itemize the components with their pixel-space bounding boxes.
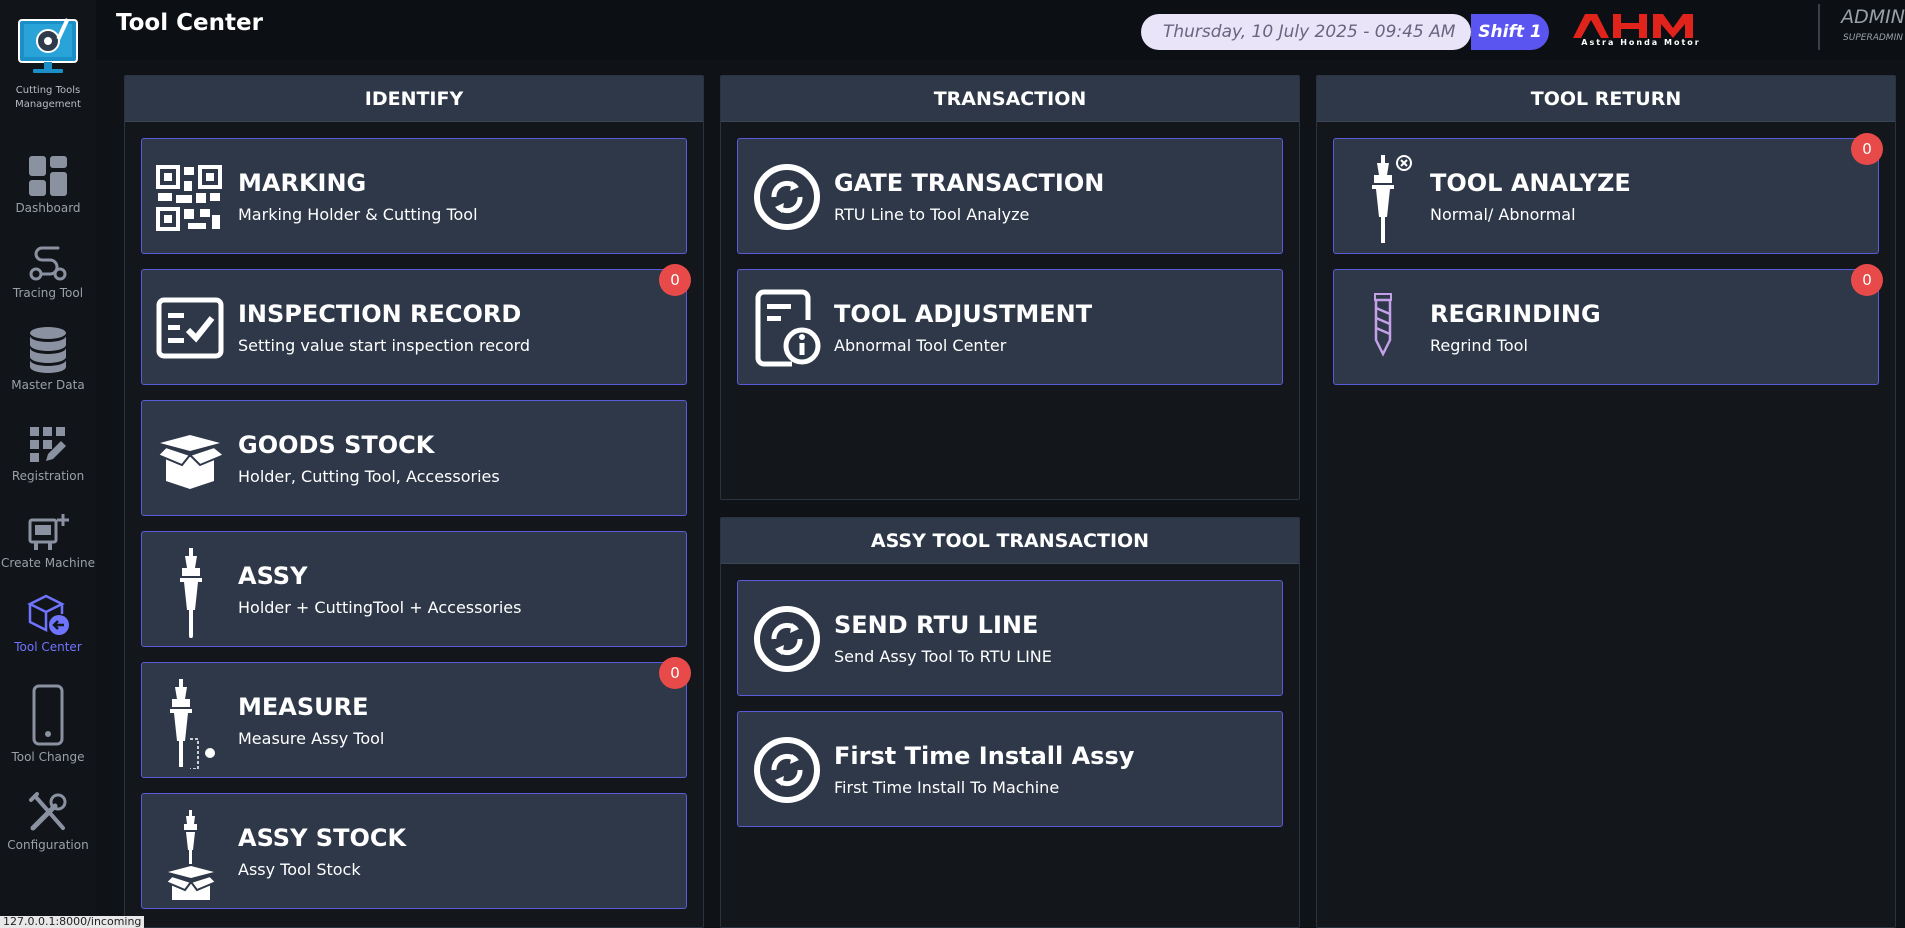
card-subtitle: Abnormal Tool Center <box>834 336 1007 355</box>
document-info-icon <box>755 289 821 367</box>
sidebar-item-label: Create Machine <box>1 556 95 570</box>
notification-badge: 0 <box>1851 264 1883 296</box>
card-subtitle: Assy Tool Stock <box>238 860 361 879</box>
sidebar-item-master-data[interactable]: Master Data <box>0 326 96 392</box>
sidebar-item-tool-change[interactable]: Tool Change <box>0 684 96 764</box>
open-box-icon <box>156 435 226 489</box>
panel-header-tool-return: TOOL RETURN <box>1317 76 1895 122</box>
sidebar-item-label: Registration <box>11 469 85 483</box>
tool-holder-icon <box>180 548 202 638</box>
card-subtitle: Send Assy Tool To RTU LINE <box>834 647 1052 666</box>
page-title: Tool Center <box>116 10 263 36</box>
card-subtitle: Holder + CuttingTool + Accessories <box>238 598 522 617</box>
ahm-brand-logo: Astra Honda Motor <box>1571 8 1807 52</box>
panel-tool-return: TOOL RETURN TOOL ANALYZE Normal/ Abnorma… <box>1316 75 1896 928</box>
card-gate-transaction[interactable]: GATE TRANSACTION RTU Line to Tool Analyz… <box>737 138 1283 254</box>
card-subtitle: Marking Holder & Cutting Tool <box>238 205 478 224</box>
dashboard-grid-icon <box>29 156 67 196</box>
drill-bit-icon <box>1374 293 1392 357</box>
tool-box-icon <box>164 810 218 900</box>
smartphone-icon <box>32 684 64 746</box>
shift-badge: Shift 1 <box>1471 14 1549 50</box>
sidebar-item-registration[interactable]: Registration <box>0 425 96 483</box>
card-title: MEASURE <box>238 693 369 721</box>
notification-badge: 0 <box>659 657 691 689</box>
sidebar: Cutting Tools Management Dashboard Traci… <box>0 0 96 928</box>
database-icon <box>30 327 66 373</box>
box-return-icon <box>27 594 69 635</box>
card-measure[interactable]: MEASURE Measure Assy Tool 0 <box>141 657 691 778</box>
sidebar-item-label: Dashboard <box>15 201 81 215</box>
ahm-brand-subtext: Astra Honda Motor <box>1581 38 1701 47</box>
panel-identify: IDENTIFY MARKING Marking Holder & Cuttin… <box>124 75 704 928</box>
card-tool-analyze[interactable]: TOOL ANALYZE Normal/ Abnormal 0 <box>1333 133 1883 254</box>
panel-header-identify: IDENTIFY <box>125 76 703 122</box>
card-subtitle: Regrind Tool <box>1430 336 1528 355</box>
tool-abnormal-icon <box>1372 155 1412 243</box>
card-title: GOODS STOCK <box>238 431 435 459</box>
card-title: GATE TRANSACTION <box>834 169 1105 197</box>
panel-transaction: TRANSACTION GATE TRANSACTION RTU Line to… <box>720 75 1300 500</box>
panel-header-assy-transaction: ASSY TOOL TRANSACTION <box>721 518 1299 564</box>
tool-measure-icon <box>170 679 215 769</box>
card-first-time-install[interactable]: First Time Install Assy First Time Insta… <box>737 711 1283 827</box>
notification-badge: 0 <box>659 264 691 296</box>
card-subtitle: First Time Install To Machine <box>834 778 1060 797</box>
card-subtitle: Measure Assy Tool <box>238 729 385 748</box>
card-subtitle: RTU Line to Tool Analyze <box>834 205 1030 224</box>
sync-circle-icon <box>754 606 820 672</box>
notification-badge: 0 <box>1851 133 1883 165</box>
card-marking[interactable]: MARKING Marking Holder & Cutting Tool <box>141 138 687 254</box>
card-title: SEND RTU LINE <box>834 611 1039 639</box>
sidebar-item-dashboard[interactable]: Dashboard <box>0 155 96 215</box>
card-send-rtu-line[interactable]: SEND RTU LINE Send Assy Tool To RTU LINE <box>737 580 1283 696</box>
card-title: ASSY <box>238 562 308 590</box>
card-subtitle: Setting value start inspection record <box>238 336 531 355</box>
card-title: REGRINDING <box>1430 300 1601 328</box>
sidebar-item-label: Tool Center <box>14 640 82 654</box>
card-tool-adjustment[interactable]: TOOL ADJUSTMENT Abnormal Tool Center <box>737 269 1283 385</box>
card-title: TOOL ADJUSTMENT <box>834 300 1093 328</box>
sync-circle-icon <box>754 737 820 803</box>
card-regrinding[interactable]: REGRINDING Regrind Tool 0 <box>1333 264 1883 385</box>
sidebar-item-label: Tracing Tool <box>12 286 84 300</box>
sidebar-item-tracing-tool[interactable]: Tracing Tool <box>0 242 96 300</box>
card-title: First Time Install Assy <box>834 742 1135 770</box>
topbar: Tool Center Thursday, 10 July 2025 - 09:… <box>96 0 1905 60</box>
sidebar-item-label: Tool Change <box>11 750 85 764</box>
sidebar-item-label: Configuration <box>7 838 89 852</box>
card-title: ASSY STOCK <box>238 824 407 852</box>
app-logo-text: Cutting Tools Management <box>15 85 81 110</box>
sync-circle-icon <box>754 164 820 230</box>
sidebar-item-label: Master Data <box>11 378 85 392</box>
panel-assy-transaction: ASSY TOOL TRANSACTION SEND RTU LINE Send… <box>720 517 1300 928</box>
sidebar-item-configuration[interactable]: Configuration <box>0 792 96 852</box>
grid-edit-icon <box>30 427 66 462</box>
route-icon <box>29 246 67 281</box>
card-title: TOOL ANALYZE <box>1430 169 1631 197</box>
machine-plus-icon <box>28 514 69 550</box>
user-role: SUPERADMIN <box>1843 33 1903 43</box>
card-inspection-record[interactable]: INSPECTION RECORD Setting value start in… <box>141 264 691 385</box>
card-title: MARKING <box>238 169 367 197</box>
card-goods-stock[interactable]: GOODS STOCK Holder, Cutting Tool, Access… <box>141 400 687 516</box>
card-title: INSPECTION RECORD <box>238 300 522 328</box>
user-name: ADMIN <box>1841 6 1905 28</box>
sidebar-item-tool-center[interactable]: Tool Center <box>0 592 96 654</box>
header-divider <box>1818 4 1820 50</box>
tools-icon <box>29 792 67 831</box>
card-assy-stock[interactable]: ASSY STOCK Assy Tool Stock <box>141 793 687 909</box>
sidebar-item-create-machine[interactable]: Create Machine <box>0 512 96 570</box>
browser-status-url: 127.0.0.1:8000/incoming <box>0 916 145 928</box>
card-assy[interactable]: ASSY Holder + CuttingTool + Accessories <box>141 531 687 647</box>
cutting-tools-logo-icon <box>18 18 78 73</box>
card-subtitle: Normal/ Abnormal <box>1430 205 1576 224</box>
app-logo[interactable]: Cutting Tools Management <box>0 14 96 112</box>
checklist-icon <box>156 297 224 359</box>
card-subtitle: Holder, Cutting Tool, Accessories <box>238 467 500 486</box>
qr-code-icon <box>156 165 222 231</box>
panel-header-transaction: TRANSACTION <box>721 76 1299 122</box>
datetime-display: Thursday, 10 July 2025 - 09:45 AM <box>1141 14 1471 50</box>
